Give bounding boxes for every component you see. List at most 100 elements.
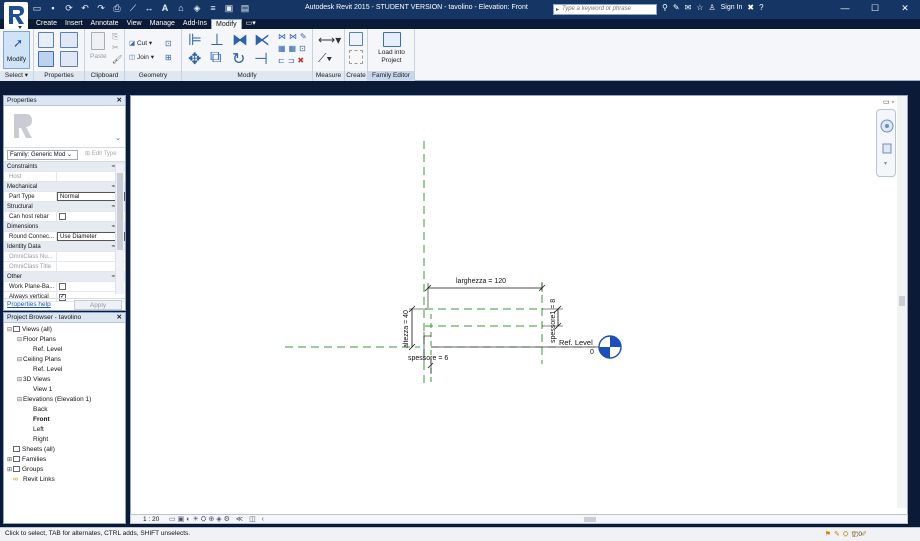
family-category-icon[interactable] [60, 32, 78, 48]
browser-node[interactable]: ⊞ Groups [4, 465, 125, 475]
aligned-dimension-icon[interactable]: ⟋▾ [318, 51, 332, 66]
sign-in-link[interactable]: Sign In [721, 4, 743, 11]
move-icon[interactable]: ✥ [188, 49, 201, 69]
property-group[interactable]: Dimensions ≈ [4, 222, 125, 232]
view-control-icons[interactable]: ▭▣◐☀⛭⊕◈⚙ ≪ ◫ ‹ [169, 515, 266, 524]
create-similar-icon[interactable] [349, 50, 363, 64]
mirror-axis-icon[interactable]: ⧓ [232, 30, 248, 50]
create-group-icon[interactable] [349, 32, 363, 46]
browser-node[interactable]: View 1 [4, 385, 125, 395]
navigation-bar[interactable]: ▾ [876, 109, 896, 177]
binoculars-icon[interactable]: ⚲ [662, 3, 668, 12]
favorites-icon[interactable]: ☆ [696, 3, 703, 12]
tab-annotate[interactable]: Annotate [87, 19, 123, 29]
browser-node[interactable]: Left [4, 425, 125, 435]
browser-node[interactable]: ⊟Elevations (Elevation 1) [4, 395, 125, 405]
properties-close-icon[interactable]: ✕ [117, 96, 122, 106]
panel-label-select[interactable]: Select ▾ [0, 71, 33, 81]
section-icon[interactable]: ◈ [192, 3, 202, 13]
property-group[interactable]: Other ≈ [4, 272, 125, 282]
exchange-icon[interactable]: ✖ [747, 3, 754, 12]
trim-icon[interactable]: ⊣ [254, 49, 268, 69]
thin-lines-icon[interactable]: ≡ [208, 3, 218, 13]
properties-scrollbar[interactable] [115, 164, 124, 294]
offset-icon[interactable]: ⊥ [210, 30, 224, 50]
browser-node[interactable]: ⊟3D Views [4, 375, 125, 385]
text-icon[interactable]: A [160, 3, 170, 13]
load-into-project-icon[interactable] [383, 32, 401, 47]
type-properties-icon[interactable] [60, 51, 78, 67]
communication-icon[interactable]: ✉ [685, 3, 692, 12]
copy-icon[interactable]: ⎘ [112, 32, 118, 42]
paste-icon[interactable] [91, 32, 105, 50]
browser-node[interactable]: Front [4, 415, 125, 425]
browser-node[interactable]: ⊟Ceiling Plans [4, 355, 125, 365]
wall-joins-icon[interactable]: ⊡ [165, 39, 172, 48]
application-menu-button[interactable] [4, 2, 28, 30]
tab-modify[interactable]: Modify [211, 19, 242, 29]
property-group[interactable]: Mechanical ≈ [4, 182, 125, 192]
tab-manage[interactable]: Manage [146, 19, 179, 29]
type-selector[interactable]: ⌄ [4, 106, 125, 148]
match-properties-icon[interactable]: 🖌 [112, 55, 122, 64]
copy-element-icon[interactable]: ⧉ [210, 49, 221, 67]
apply-button[interactable]: Apply [74, 300, 122, 310]
vertical-scrollbar[interactable] [897, 96, 907, 508]
open-icon[interactable]: ▭ [32, 3, 42, 13]
subscription-icon[interactable]: ✎ [673, 3, 680, 12]
property-checkbox[interactable] [59, 283, 66, 290]
tab-insert[interactable]: Insert [61, 19, 87, 29]
browser-node[interactable]: ⊞ Families [4, 455, 125, 465]
view-scale[interactable]: 1 : 20 [143, 515, 159, 524]
switch-windows-icon[interactable]: ▤ [240, 3, 250, 13]
browser-node[interactable]: ⊟Floor Plans [4, 335, 125, 345]
dimension-icon[interactable]: ↔ [144, 3, 154, 13]
browser-node[interactable]: Right [4, 435, 125, 445]
3d-view-icon[interactable]: ⌂ [176, 3, 186, 13]
horizontal-scroll-thumb[interactable] [584, 517, 596, 522]
cut-clip-icon[interactable]: ✂ [112, 43, 119, 52]
help-icon[interactable]: ? [759, 3, 763, 12]
family-select[interactable]: Family: Generic Mod ⌄ [7, 150, 78, 160]
join-geometry-button[interactable]: ◫ Join ▾ [129, 53, 154, 61]
undo-icon[interactable]: ↶ [80, 3, 90, 13]
property-group[interactable]: Structural ≈ [4, 202, 125, 212]
sync-icon[interactable]: ⟳ [64, 3, 74, 13]
minimize-button[interactable]: — [830, 0, 860, 19]
modify-button[interactable]: ➚ Modify [3, 31, 30, 69]
split-tools-icon[interactable]: ⋈⋈✎ [278, 32, 310, 41]
mirror-draw-icon[interactable]: ⧔ [254, 30, 270, 50]
vertical-scroll-thumb[interactable] [899, 296, 905, 306]
property-group[interactable]: Identity Data ≈ [4, 242, 125, 252]
close-hidden-icon[interactable]: ▣ [224, 3, 234, 13]
status-tool-icons[interactable]: ⚑✎⛭◫✐ [825, 530, 870, 539]
tab-create[interactable]: Create [32, 19, 61, 29]
align-icon[interactable]: ⊫ [188, 30, 202, 50]
print-icon[interactable]: ⎙ [112, 3, 122, 13]
close-button[interactable]: ✕ [890, 0, 920, 19]
redo-icon[interactable]: ↷ [96, 3, 106, 13]
family-types-icon[interactable] [38, 32, 54, 48]
property-group[interactable]: Constraints ≈ [4, 162, 125, 172]
selection-filter[interactable]: ▽:0 [852, 530, 862, 538]
pin-tools-icon[interactable]: ⊏⊐✖ [278, 56, 307, 65]
browser-node[interactable]: ⊟ Views (all) [4, 325, 125, 335]
array-tools-icon[interactable]: ▦▦⊡ [278, 44, 309, 53]
edit-type-button[interactable]: ⊞ Edit Type [85, 150, 117, 157]
cut-geometry-button[interactable]: ◪ Cut ▾ [129, 39, 152, 47]
search-input[interactable]: ▸ Type a keyword or phrase [553, 4, 657, 15]
maximize-button[interactable]: ☐ [860, 0, 890, 19]
property-checkbox[interactable] [59, 213, 66, 220]
properties-help-link[interactable]: Properties help [7, 301, 51, 308]
properties-scroll-thumb[interactable] [117, 173, 123, 250]
save-icon[interactable]: ▪ [48, 3, 58, 13]
split-face-icon[interactable]: ⊞ [165, 53, 172, 62]
browser-node[interactable]: Sheets (all) [4, 445, 125, 455]
tab-add-ins[interactable]: Add-Ins [179, 19, 211, 29]
measure-icon[interactable]: ⟋ [128, 3, 138, 13]
load-into-project-button[interactable]: Load into Project [371, 49, 412, 65]
browser-node[interactable]: Ref. Level [4, 365, 125, 375]
browser-node[interactable]: Ref. Level [4, 345, 125, 355]
rotate-icon[interactable]: ↻ [232, 49, 245, 69]
tab-view[interactable]: View [123, 19, 146, 29]
